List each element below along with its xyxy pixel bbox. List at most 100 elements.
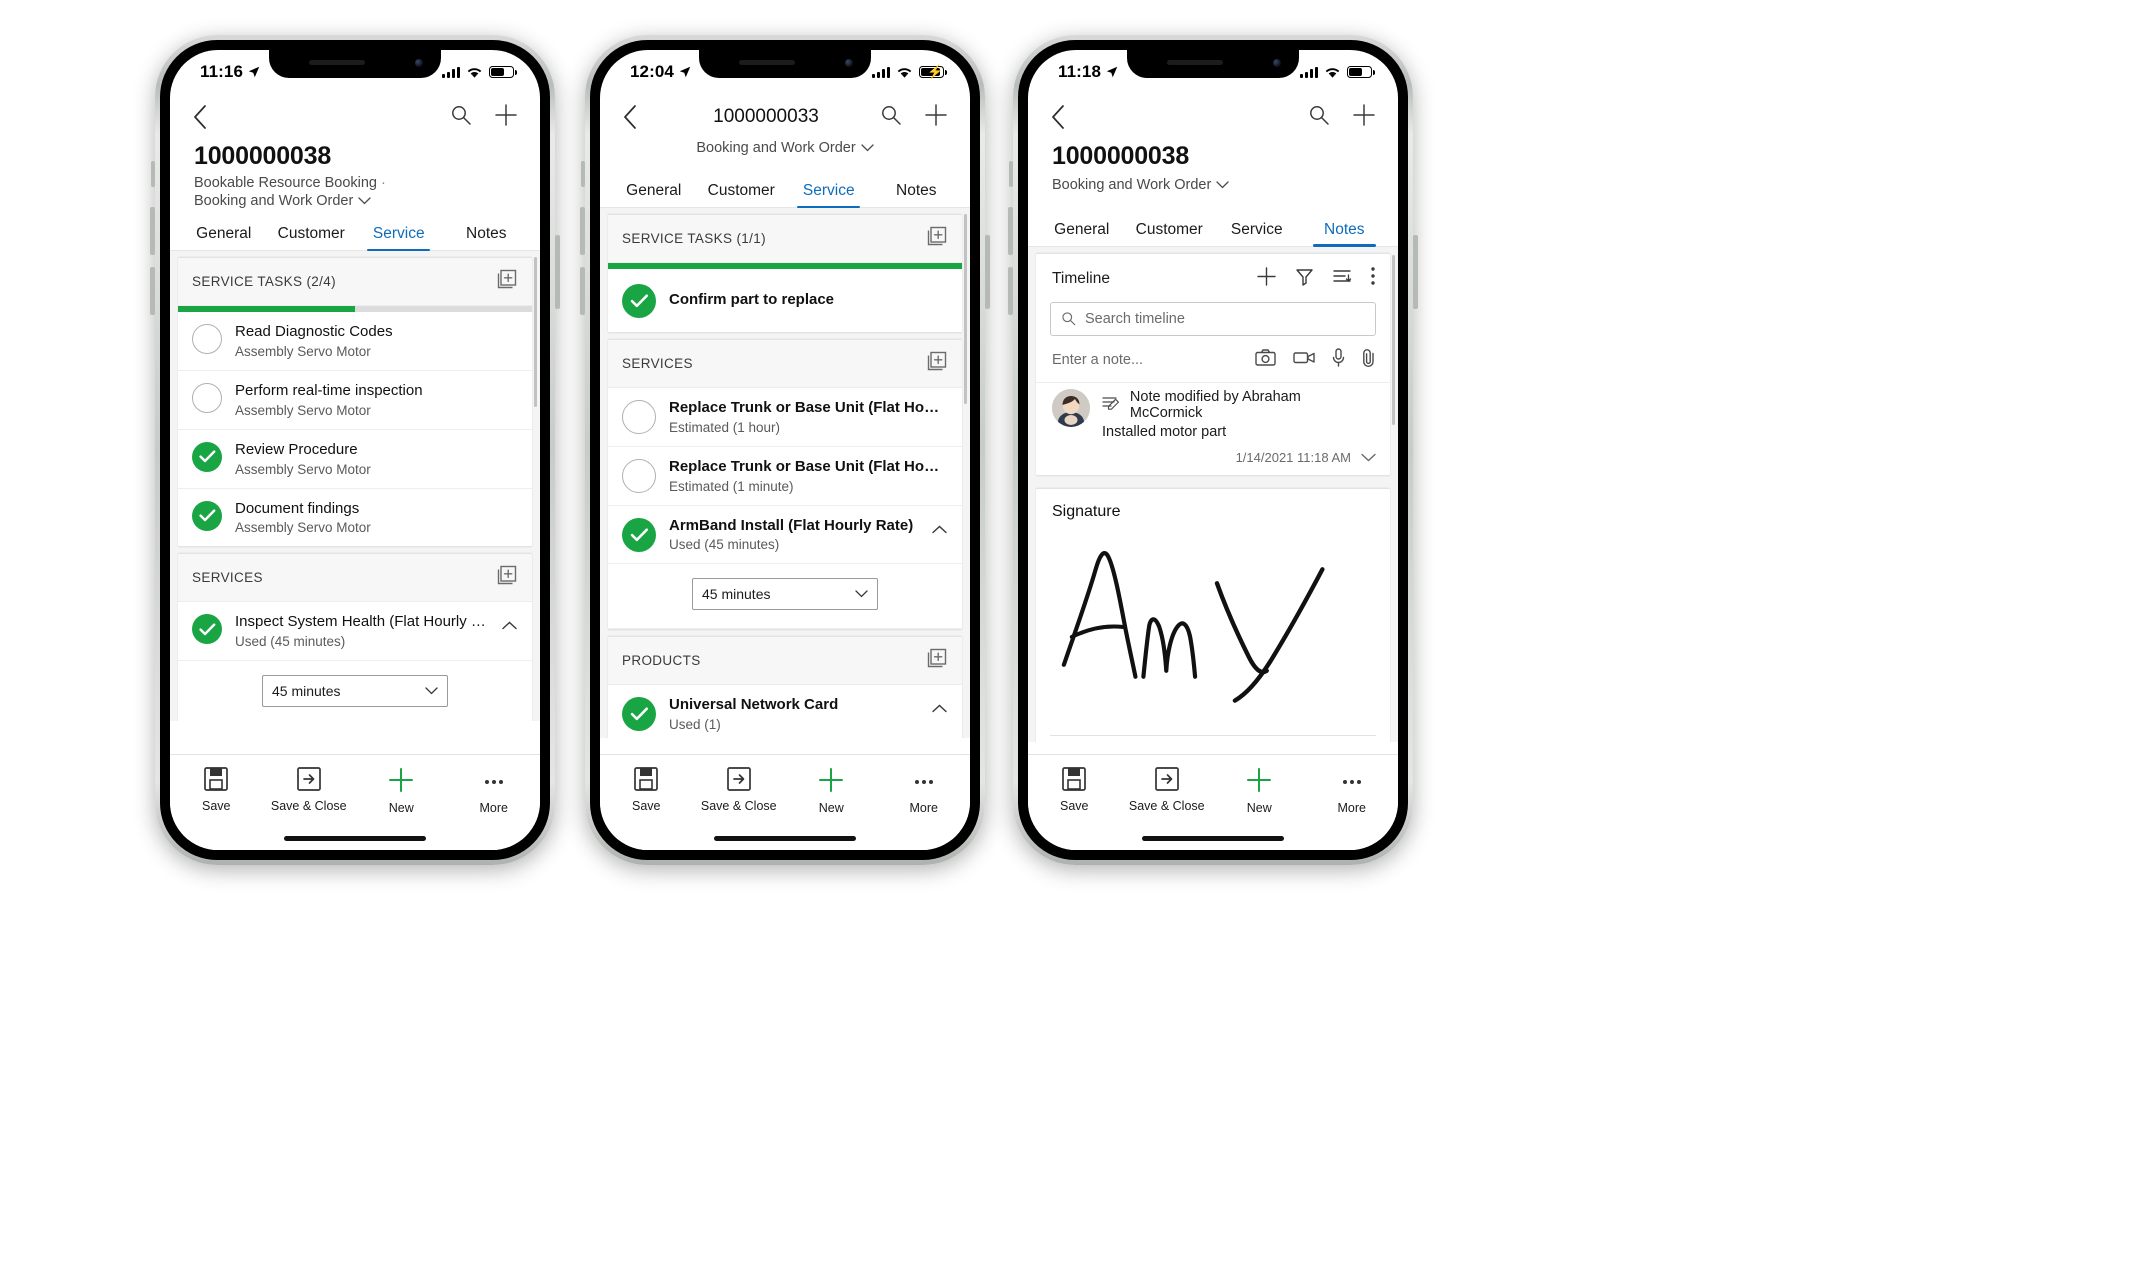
tab-service[interactable]: Service bbox=[1213, 221, 1301, 246]
services-title: SERVICES bbox=[192, 570, 263, 586]
form-selector[interactable]: Booking and Work Order bbox=[624, 140, 946, 156]
more-button[interactable]: More bbox=[448, 766, 541, 815]
power-button[interactable] bbox=[985, 235, 990, 309]
silent-switch[interactable] bbox=[1009, 161, 1013, 187]
tab-notes[interactable]: Notes bbox=[443, 225, 531, 250]
sort-list-icon[interactable] bbox=[1332, 267, 1352, 291]
task-checkbox[interactable] bbox=[192, 324, 222, 355]
status-time: 11:16 bbox=[200, 62, 260, 82]
service-row[interactable]: Replace Trunk or Base Unit (Flat Hourly … bbox=[608, 388, 962, 447]
plus-icon[interactable] bbox=[1352, 103, 1376, 132]
service-row[interactable]: Inspect System Health (Flat Hourly Ra...… bbox=[178, 602, 532, 662]
search-icon[interactable] bbox=[450, 104, 472, 131]
chevron-up-icon[interactable] bbox=[932, 700, 948, 718]
home-indicator[interactable] bbox=[284, 836, 426, 841]
power-button[interactable] bbox=[555, 235, 560, 309]
product-checkbox-checked[interactable] bbox=[622, 697, 656, 732]
search-timeline-input[interactable]: Search timeline bbox=[1050, 301, 1376, 336]
volume-up-button[interactable] bbox=[580, 207, 585, 255]
task-row[interactable]: Read Diagnostic Codes Assembly Servo Mot… bbox=[178, 312, 532, 372]
back-button[interactable] bbox=[622, 103, 652, 131]
volume-down-button[interactable] bbox=[150, 267, 155, 315]
task-row[interactable]: Document findings Assembly Servo Motor bbox=[178, 488, 532, 547]
duration-select[interactable]: 45 minutes bbox=[692, 578, 878, 611]
tab-service[interactable]: Service bbox=[355, 225, 443, 252]
power-button[interactable] bbox=[1413, 235, 1418, 309]
tab-customer[interactable]: Customer bbox=[698, 182, 786, 207]
back-button[interactable] bbox=[192, 103, 222, 131]
save-button[interactable]: Save bbox=[170, 766, 263, 813]
more-button[interactable]: More bbox=[1306, 766, 1399, 815]
filter-icon[interactable] bbox=[1295, 267, 1314, 291]
timeline-entry[interactable]: Note modified by Abraham McCormick Insta… bbox=[1036, 381, 1390, 475]
add-service-icon[interactable] bbox=[926, 350, 948, 377]
volume-up-button[interactable] bbox=[150, 207, 155, 255]
search-icon[interactable] bbox=[1308, 104, 1330, 131]
form-selector[interactable]: Booking and Work Order bbox=[1052, 177, 1374, 193]
service-checkbox[interactable] bbox=[622, 400, 656, 434]
tab-general[interactable]: General bbox=[180, 225, 268, 250]
microphone-icon[interactable] bbox=[1332, 348, 1345, 372]
task-checkbox-checked[interactable] bbox=[192, 441, 222, 472]
chevron-up-icon[interactable] bbox=[932, 521, 948, 539]
plus-icon[interactable] bbox=[924, 103, 948, 132]
tab-customer[interactable]: Customer bbox=[1126, 221, 1214, 246]
tab-notes[interactable]: Notes bbox=[1301, 221, 1389, 247]
task-row[interactable]: Confirm part to replace bbox=[608, 269, 962, 332]
tab-customer[interactable]: Customer bbox=[268, 225, 356, 250]
tab-service[interactable]: Service bbox=[785, 182, 873, 208]
task-row[interactable]: Review Procedure Assembly Servo Motor bbox=[178, 429, 532, 489]
volume-up-button[interactable] bbox=[1008, 207, 1013, 255]
plus-icon[interactable] bbox=[494, 103, 518, 132]
attachment-icon[interactable] bbox=[1362, 348, 1376, 372]
service-checkbox-checked[interactable] bbox=[622, 517, 656, 552]
chevron-up-icon[interactable] bbox=[502, 617, 518, 635]
silent-switch[interactable] bbox=[581, 161, 585, 187]
task-checkbox[interactable] bbox=[192, 383, 222, 414]
save-and-close-button[interactable]: Save & Close bbox=[1121, 766, 1214, 813]
home-indicator[interactable] bbox=[714, 836, 856, 841]
more-button[interactable]: More bbox=[878, 766, 971, 815]
add-product-icon[interactable] bbox=[926, 647, 948, 674]
new-button[interactable]: New bbox=[785, 766, 878, 815]
save-and-close-button[interactable]: Save & Close bbox=[693, 766, 786, 813]
more-vertical-icon[interactable] bbox=[1370, 266, 1376, 291]
form-selector[interactable]: Booking and Work Order bbox=[194, 193, 516, 209]
tab-general[interactable]: General bbox=[610, 182, 698, 207]
task-checkbox-checked[interactable] bbox=[192, 500, 222, 531]
video-icon[interactable] bbox=[1293, 350, 1315, 369]
service-row[interactable]: ArmBand Install (Flat Hourly Rate) Used … bbox=[608, 505, 962, 565]
enter-note-row[interactable]: Enter a note... bbox=[1036, 346, 1390, 382]
save-button[interactable]: Save bbox=[1028, 766, 1121, 813]
save-and-close-button[interactable]: Save & Close bbox=[263, 766, 356, 813]
new-button[interactable]: New bbox=[1213, 766, 1306, 815]
save-button[interactable]: Save bbox=[600, 766, 693, 813]
signature-pad[interactable] bbox=[1036, 525, 1390, 735]
volume-down-button[interactable] bbox=[580, 267, 585, 315]
scrollbar-thumb[interactable] bbox=[964, 214, 967, 404]
service-checkbox[interactable] bbox=[622, 458, 656, 493]
product-row[interactable]: Universal Network Card Used (1) bbox=[608, 685, 962, 738]
add-service-icon[interactable] bbox=[496, 564, 518, 591]
search-icon[interactable] bbox=[880, 104, 902, 131]
silent-switch[interactable] bbox=[151, 161, 155, 187]
new-button[interactable]: New bbox=[355, 766, 448, 815]
volume-down-button[interactable] bbox=[1008, 267, 1013, 315]
service-row[interactable]: Replace Trunk or Base Unit (Flat Hourly … bbox=[608, 446, 962, 506]
add-service-task-icon[interactable] bbox=[496, 268, 518, 295]
plus-icon[interactable] bbox=[1256, 266, 1277, 292]
task-row[interactable]: Perform real-time inspection Assembly Se… bbox=[178, 371, 532, 430]
scrollbar-thumb[interactable] bbox=[534, 257, 537, 408]
tab-general[interactable]: General bbox=[1038, 221, 1126, 246]
task-checkbox-checked[interactable] bbox=[622, 284, 656, 318]
camera-icon[interactable] bbox=[1255, 349, 1276, 370]
task-title: Confirm part to replace bbox=[669, 290, 835, 308]
duration-select[interactable]: 45 minutes bbox=[262, 675, 448, 708]
back-button[interactable] bbox=[1050, 103, 1080, 131]
home-indicator[interactable] bbox=[1142, 836, 1284, 841]
screenshot-canvas: 11:16 1000000038 Bookable Resource Booki… bbox=[0, 0, 2139, 1261]
scrollbar-thumb[interactable] bbox=[1392, 254, 1395, 425]
tab-notes[interactable]: Notes bbox=[873, 182, 961, 207]
add-service-task-icon[interactable] bbox=[926, 225, 948, 252]
service-checkbox-checked[interactable] bbox=[192, 614, 222, 645]
